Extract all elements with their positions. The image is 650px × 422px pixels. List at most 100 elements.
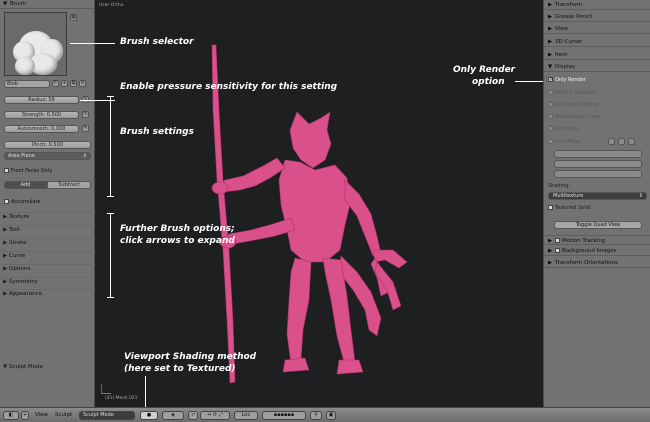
front-faces-checkbox[interactable] (4, 168, 9, 173)
brush-name-field[interactable]: Blob (4, 80, 50, 88)
brush-browse-icon[interactable]: ▦ (70, 14, 77, 21)
only-render-option[interactable]: ✓ Only Render (548, 77, 586, 83)
subtract-button[interactable]: Subtract (47, 181, 91, 189)
section-item[interactable]: ▶ Item (544, 50, 650, 60)
shading-label: Shading: (548, 183, 570, 189)
autosmooth-field[interactable]: Autosmooth: 0.000 (4, 125, 79, 133)
section-stroke[interactable]: ▶ Stroke (0, 238, 95, 247)
section-label: Curve (9, 253, 26, 259)
accumulate-checkbox[interactable] (4, 199, 9, 204)
section-motion-tracking[interactable]: ▶ Motion Tracking (544, 235, 650, 245)
outline-selected-option[interactable]: Outline Selected (548, 90, 596, 96)
brush-panel-header[interactable]: ▼ Brush (0, 0, 94, 9)
annotation-pointer (70, 43, 115, 44)
collapse-menu-icon[interactable]: + (21, 411, 29, 420)
textured-solid-option[interactable]: Textured Solid (548, 205, 590, 211)
section-tool[interactable]: ▶ Tool (0, 225, 95, 234)
section-label: Transform Orientations (555, 260, 619, 266)
annotation-only-render-line2: option (472, 77, 505, 87)
expand-arrow-icon: ▶ (548, 2, 553, 8)
expand-arrow-icon: ▶ (548, 248, 553, 254)
annotation-bracket (110, 96, 111, 196)
relationship-lines-option[interactable]: Relationship Lines (548, 114, 600, 120)
section-label: Grease Pencil (555, 14, 593, 20)
accumulate-label: Accumulate (11, 199, 41, 205)
front-faces-only-option[interactable]: Front Faces Only (4, 168, 52, 174)
section-label: Symmetry (9, 279, 38, 285)
autosmooth-pressure-icon[interactable]: ✎ (82, 125, 89, 132)
grid-floor-checkbox[interactable] (548, 139, 553, 144)
brush-users-button[interactable]: F (52, 80, 59, 87)
mode-dropdown[interactable]: Sculpt Mode (79, 411, 135, 420)
add-button[interactable]: Add (4, 181, 47, 189)
section-transform[interactable]: ▶ Transform (544, 0, 650, 10)
section-label: Tool (9, 227, 20, 233)
all-object-origins-option[interactable]: All Object Origins (548, 102, 598, 108)
section-label: Background Images (562, 248, 617, 254)
strength-field[interactable]: Strength: 0.500 (4, 111, 79, 119)
copy-brush-icon[interactable]: ⧉ (70, 80, 77, 87)
section-3d-cursor[interactable]: ▶ 3D Cursor (544, 37, 650, 47)
section-view[interactable]: ▶ View (544, 24, 650, 34)
background-images-checkbox[interactable] (555, 248, 560, 253)
render-icon[interactable]: ▣ (326, 411, 336, 420)
option-label: All Edges (555, 126, 578, 132)
option-label: Textured Solid (555, 205, 591, 211)
viewport-header-bar: ◧ + View Sculpt Sculpt Mode ● ◈ ↗ ↔ ⟳ ⤢ … (0, 407, 650, 422)
3d-viewport[interactable]: User Ortho (41) Mesh.021 (95, 0, 543, 407)
grid-scale-field[interactable] (554, 160, 642, 168)
brush-thumbnail[interactable] (4, 12, 67, 76)
strength-pressure-icon[interactable]: ✎ (82, 111, 89, 118)
pinch-field[interactable]: Pinch: 0.500 (4, 141, 91, 149)
annotation-further-options-line1: Further Brush options; (120, 224, 235, 234)
section-curve[interactable]: ▶ Curve (0, 251, 95, 260)
toggle-quad-view-button[interactable]: Toggle Quad View (554, 221, 642, 229)
section-symmetry[interactable]: ▶ Symmetry (0, 277, 95, 286)
sculpt-menu[interactable]: Sculpt (55, 411, 72, 421)
outline-selected-checkbox[interactable] (548, 90, 553, 95)
relationship-lines-checkbox[interactable] (548, 114, 553, 119)
sculpt-mode-panel-header[interactable]: ▼ Sculpt Mode (0, 363, 95, 372)
section-texture[interactable]: ▶ Texture (0, 212, 95, 221)
section-transform-orientations[interactable]: ▶ Transform Orientations (544, 258, 650, 268)
accumulate-option[interactable]: Accumulate (4, 199, 41, 205)
pivot-point-dropdown[interactable]: ◈ (162, 411, 184, 420)
front-faces-label: Front Faces Only (11, 168, 53, 174)
all-object-origins-checkbox[interactable] (548, 102, 553, 107)
manipulator-mode-buttons[interactable]: ↔ ⟳ ⤢ (200, 411, 230, 420)
section-grease-pencil[interactable]: ▶ Grease Pencil (544, 12, 650, 22)
brush-panel-title: Brush (10, 1, 26, 7)
brush-name-row: Blob F + ⧉ × (4, 80, 91, 88)
remove-brush-icon[interactable]: × (79, 80, 86, 87)
grid-floor-option[interactable]: Grid Floor (548, 139, 580, 145)
transform-orientation-dropdown[interactable]: Loc (234, 411, 258, 420)
section-label: 3D Cursor (555, 39, 583, 45)
radius-field[interactable]: Radius: 58 (4, 96, 79, 104)
textured-solid-checkbox[interactable] (548, 205, 553, 210)
viewport-shading-dropdown[interactable]: ● (140, 411, 158, 420)
view-menu[interactable]: View (35, 411, 48, 421)
axis-z-toggle[interactable] (628, 138, 635, 145)
lock-icon[interactable]: ⚲ (310, 411, 322, 420)
editor-type-icon[interactable]: ◧ (3, 411, 19, 420)
section-background-images[interactable]: ▶ Background Images (544, 246, 650, 256)
area-plane-dropdown[interactable]: Area Plane ⇕ (4, 152, 91, 160)
area-plane-label: Area Plane (8, 153, 35, 159)
axis-x-toggle[interactable] (608, 138, 615, 145)
all-edges-checkbox[interactable] (548, 126, 553, 131)
all-edges-option[interactable]: All Edges (548, 126, 578, 132)
section-options[interactable]: ▶ Options (0, 264, 95, 273)
section-appearance[interactable]: ▶ Appearance (0, 289, 95, 298)
annotation-bracket-tick (107, 213, 114, 214)
add-brush-icon[interactable]: + (61, 80, 68, 87)
only-render-checkbox[interactable]: ✓ (548, 77, 553, 83)
expand-arrow-icon: ▶ (548, 14, 553, 20)
section-display[interactable]: ▼ Display (544, 62, 650, 72)
shading-dropdown[interactable]: Multitexture ⇕ (548, 192, 647, 200)
grid-lines-field[interactable] (554, 150, 642, 158)
layer-buttons[interactable]: ▪▪▪▪▪▪ (262, 411, 306, 420)
motion-tracking-checkbox[interactable] (555, 238, 560, 243)
grid-subdivisions-field[interactable] (554, 170, 642, 178)
manipulator-toggle[interactable]: ↗ (188, 411, 198, 420)
axis-y-toggle[interactable] (618, 138, 625, 145)
